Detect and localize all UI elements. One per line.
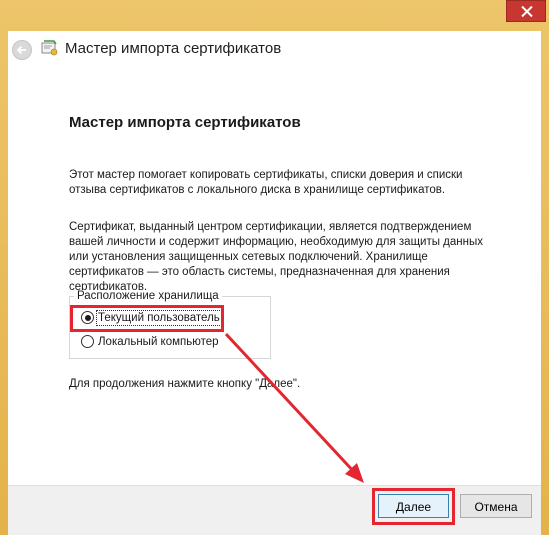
store-location-legend: Расположение хранилища — [74, 290, 222, 302]
continue-hint: Для продолжения нажмите кнопку "Далее". — [69, 378, 301, 390]
store-location-group — [69, 296, 271, 359]
description-paragraph: Сертификат, выданный центром сертификаци… — [69, 221, 483, 293]
radio-local-machine[interactable]: Локальный компьютер — [81, 335, 219, 348]
window-title: Мастер импорта сертификатов — [65, 40, 282, 57]
radio-current-user-label[interactable]: Текущий пользователь — [96, 309, 222, 326]
back-button[interactable] — [12, 40, 32, 60]
certificate-icon — [41, 40, 58, 56]
back-arrow-icon — [16, 45, 26, 55]
page-heading: Мастер импорта сертификатов — [69, 114, 301, 131]
radio-current-user-button[interactable] — [81, 311, 94, 324]
close-button[interactable] — [506, 0, 546, 22]
radio-local-machine-label[interactable]: Локальный компьютер — [98, 336, 219, 348]
close-icon — [521, 6, 533, 17]
radio-local-machine-button[interactable] — [81, 335, 94, 348]
cancel-button[interactable]: Отмена — [460, 494, 532, 518]
intro-paragraph: Этот мастер помогает копировать сертифик… — [69, 169, 463, 196]
next-button[interactable]: Далее — [378, 494, 449, 518]
radio-current-user[interactable]: Текущий пользователь — [81, 309, 222, 326]
